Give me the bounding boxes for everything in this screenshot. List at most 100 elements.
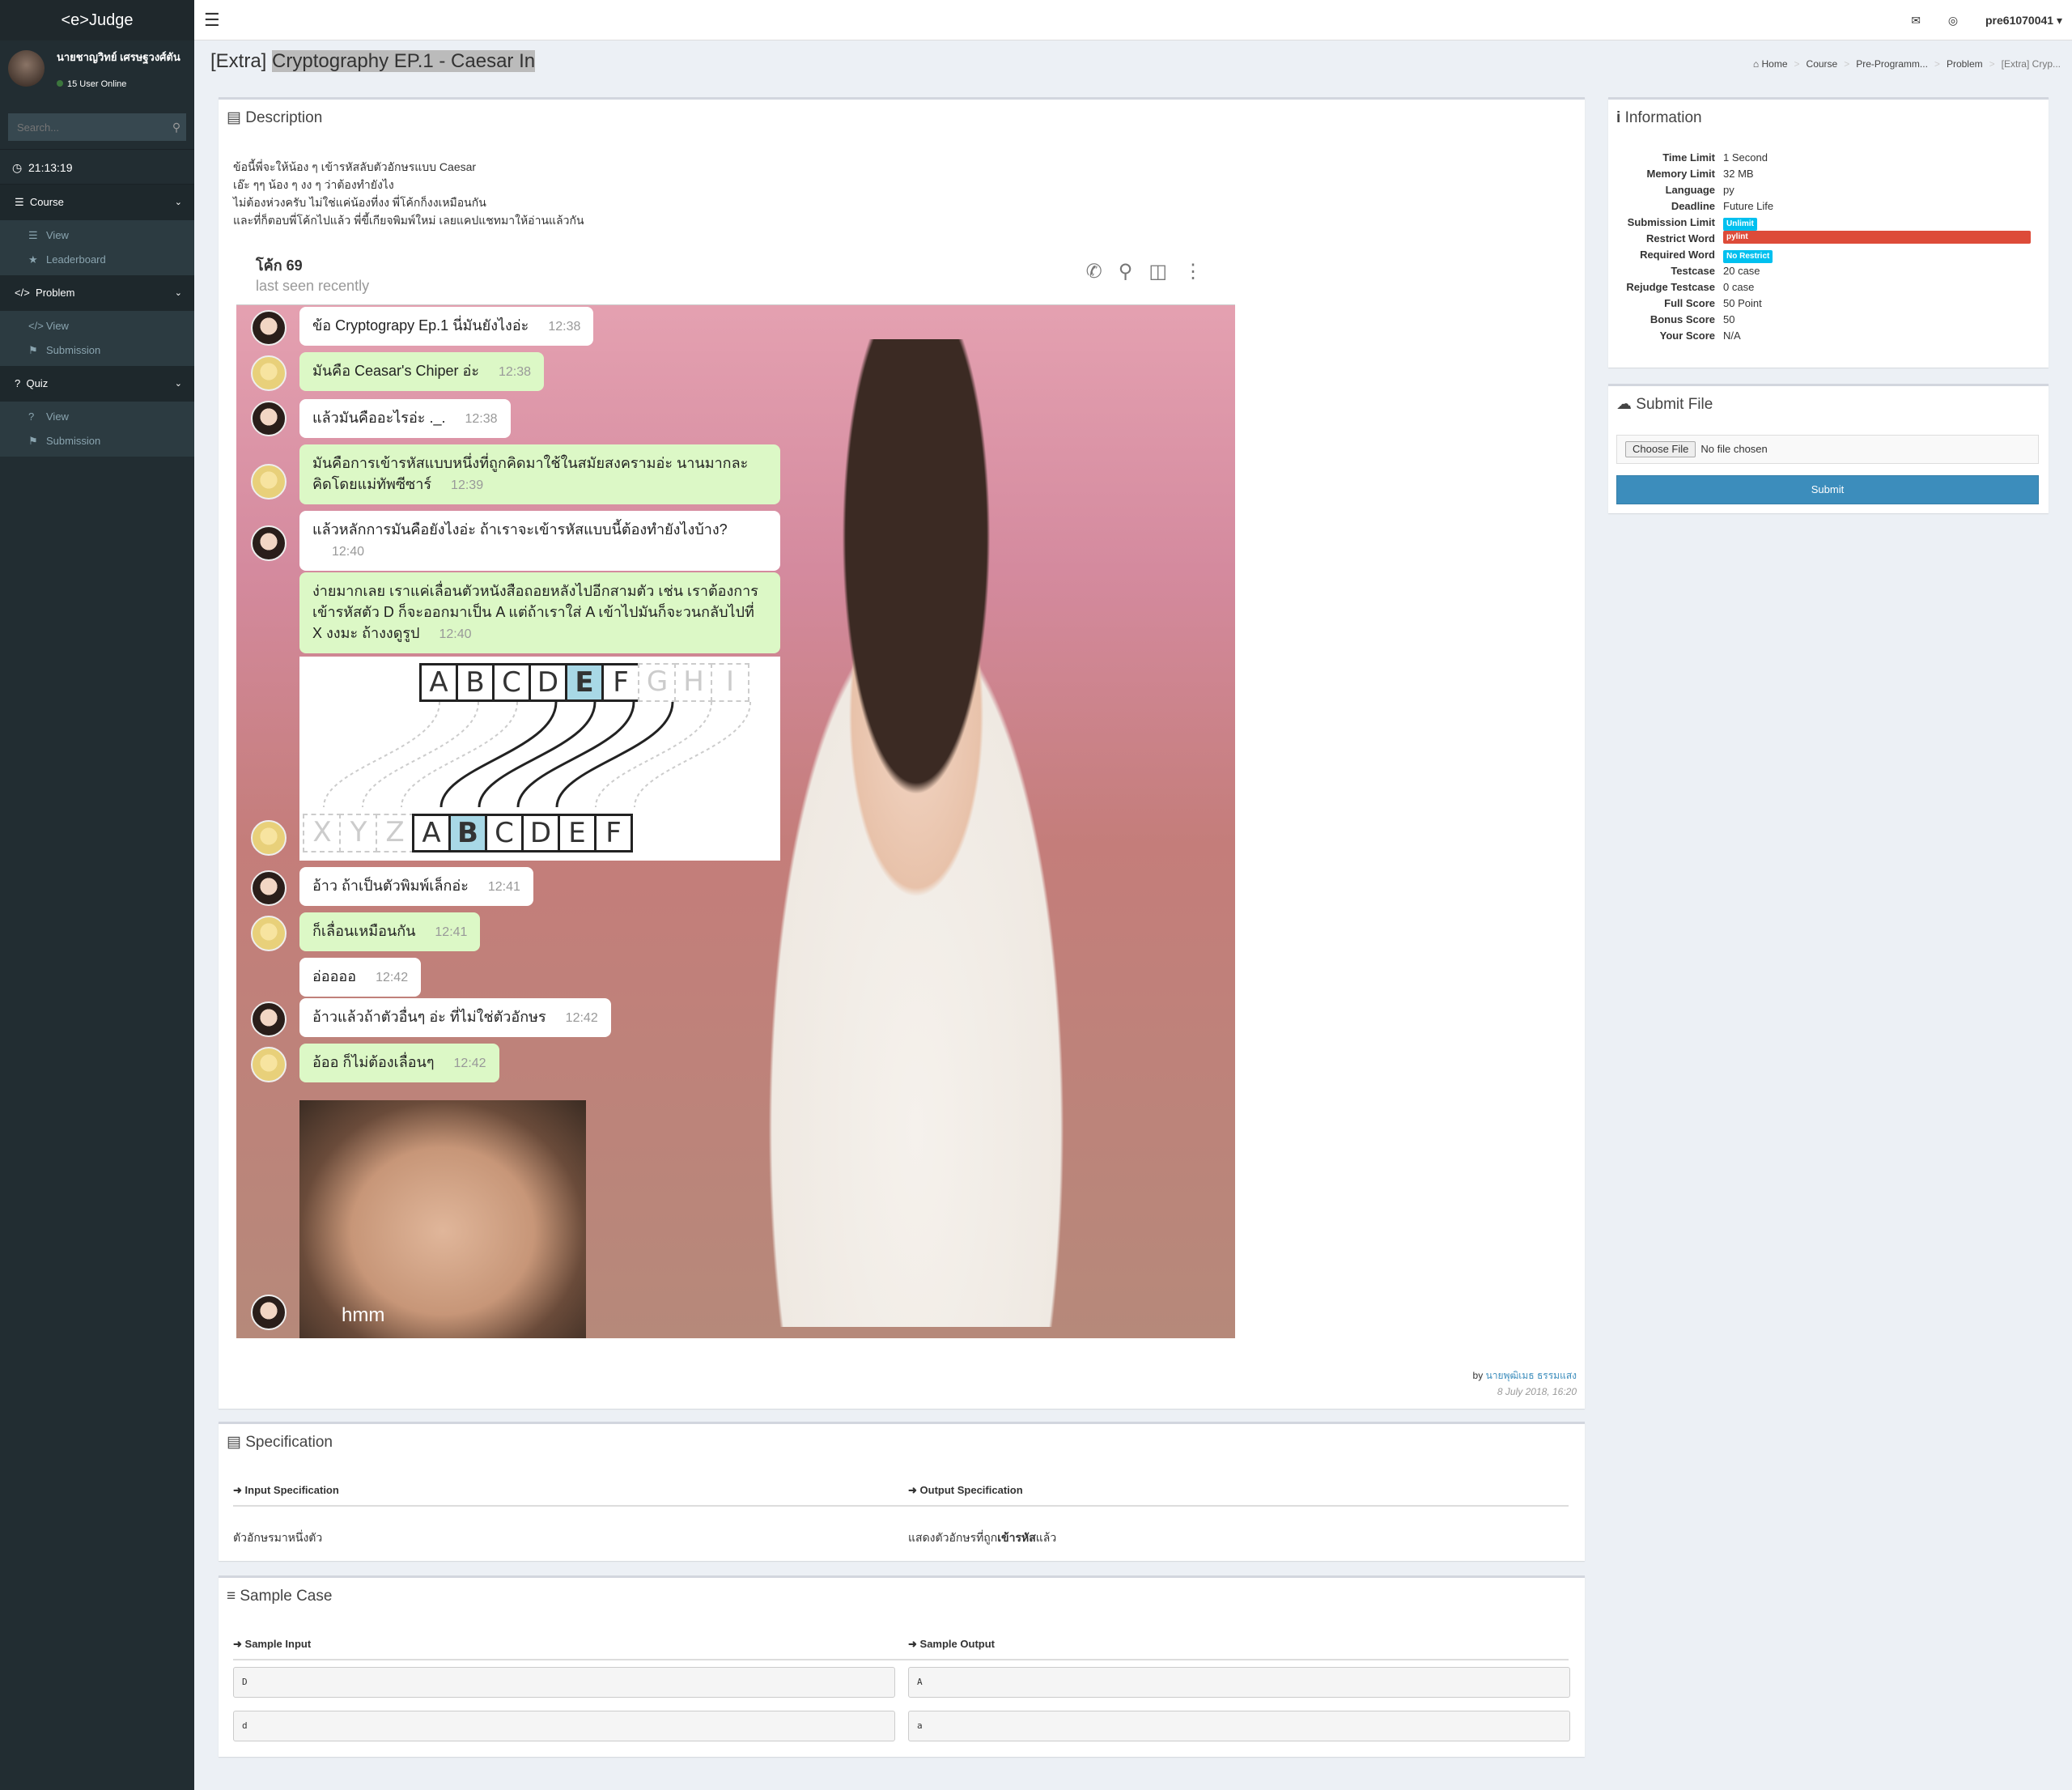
cipher-cell-highlight: E bbox=[565, 663, 604, 702]
search-input[interactable] bbox=[9, 114, 168, 140]
info-value: 1 Second bbox=[1723, 151, 1768, 164]
caesar-cipher-diagram: A B C D E F G H I X Y Z A B C D E F bbox=[299, 657, 780, 861]
sample-input-label: Sample Input bbox=[244, 1638, 312, 1650]
cipher-cell: D bbox=[521, 814, 560, 852]
sample-input-box[interactable]: d bbox=[233, 1711, 895, 1741]
information-header: i Information bbox=[1608, 100, 2049, 137]
sample-output-box[interactable]: a bbox=[908, 1711, 1570, 1741]
chat-contact-name: โค้ก 69 bbox=[256, 257, 303, 274]
menu-problem[interactable]: </> Problem ⌄ bbox=[0, 275, 194, 311]
output-spec-label: Output Specification bbox=[919, 1484, 1023, 1496]
chat-message-text: แล้วหลักการมันคือยังไงอ่ะ ถ้าเราจะเข้ารห… bbox=[312, 521, 728, 538]
phone-icon: ✆ bbox=[1085, 261, 1119, 283]
chat-message-time: 12:41 bbox=[435, 925, 468, 939]
submit-heading: Submit File bbox=[1636, 396, 1713, 413]
cipher-cell-highlight: B bbox=[448, 814, 487, 852]
menu-quiz-submission[interactable]: ⚑ Submission bbox=[0, 429, 194, 453]
chat-header: โค้ก 69 last seen recently ✆⚲◫⋮ bbox=[236, 242, 1235, 305]
cipher-cell: A bbox=[419, 663, 458, 702]
menu-quiz[interactable]: ? Quiz ⌄ bbox=[0, 366, 194, 402]
cipher-cell: D bbox=[529, 663, 567, 702]
info-key: Your Score bbox=[1659, 330, 1715, 342]
menu-course-view[interactable]: ☰ View bbox=[0, 223, 194, 248]
hamburger-icon[interactable]: ☰ bbox=[204, 10, 220, 31]
info-row: Memory Limit 32 MB bbox=[1616, 166, 2031, 182]
header-right: ✉ ◎ pre61070041 ▾ bbox=[1887, 0, 2062, 40]
author-byline: by นายพุฒิเมธ ธรรมแสง 8 July 2018, 16:20 bbox=[1473, 1367, 1577, 1400]
list-alt-icon: ▤ bbox=[227, 109, 241, 126]
chat-message: แล้วหลักการมันคือยังไงอ่ะ ถ้าเราจะเข้ารห… bbox=[299, 511, 780, 571]
chat-message: ข้อ Cryptograpy Ep.1 นี่มันยังไงอ่ะ 12:38 bbox=[299, 307, 594, 346]
chat-header-icons: ✆⚲◫⋮ bbox=[1086, 260, 1219, 283]
chevron-down-icon: ⌄ bbox=[174, 198, 182, 207]
menu-problem-submission[interactable]: ⚑ Submission bbox=[0, 338, 194, 363]
breadcrumb-problem[interactable]: Problem bbox=[1947, 58, 1983, 70]
cipher-cell: A bbox=[412, 814, 451, 852]
file-input[interactable]: Choose File No file chosen bbox=[1616, 435, 2039, 464]
file-status: No file chosen bbox=[1700, 443, 1768, 455]
breadcrumb-preprog[interactable]: Pre-Programm... bbox=[1856, 58, 1928, 70]
output-spec-text: แสดงตัวอักษรที่ถูกเข้ารหัสแล้ว bbox=[908, 1529, 1056, 1547]
breadcrumb-course[interactable]: Course bbox=[1807, 58, 1838, 70]
menu-quiz-submission-label: Submission bbox=[46, 435, 101, 447]
top-header: ☰ ✉ ◎ pre61070041 ▾ bbox=[194, 0, 2072, 40]
mail-icon[interactable]: ✉ bbox=[1911, 14, 1921, 27]
code-icon: </> bbox=[28, 320, 44, 332]
code-icon: </> bbox=[15, 287, 30, 299]
menu-problem-view[interactable]: </> View bbox=[0, 314, 194, 338]
chat-message: มันคือ Ceasar's Chiper อ่ะ 12:38 bbox=[299, 352, 545, 391]
input-spec-label: Input Specification bbox=[244, 1484, 339, 1496]
user-menu[interactable]: pre61070041 ▾ bbox=[1985, 14, 2062, 27]
breadcrumb-home[interactable]: Home bbox=[1762, 58, 1788, 70]
sample-output-box[interactable]: A bbox=[908, 1667, 1570, 1698]
chat-message-time: 12:40 bbox=[439, 627, 472, 641]
submit-button[interactable]: Submit bbox=[1616, 475, 2039, 504]
sidebar-icon: ◫ bbox=[1149, 261, 1183, 283]
chevron-down-icon: ⌄ bbox=[174, 379, 182, 389]
list-icon: ☰ bbox=[28, 229, 38, 241]
description-text: ข้อนี้พี่จะให้น้อง ๆ เข้ารหัสลับตัวอักษร… bbox=[233, 158, 584, 229]
author-link[interactable]: นายพุฒิเมธ ธรรมแสง bbox=[1486, 1370, 1577, 1381]
chat-message: แล้วมันคืออะไรอ่ะ ._. 12:38 bbox=[299, 399, 511, 438]
info-row: Rejudge Testcase 0 case bbox=[1616, 279, 2031, 295]
output-spec-bold: เข้ารหัส bbox=[997, 1531, 1036, 1544]
cipher-cell-ghost: I bbox=[711, 663, 749, 702]
required-word-badge: No Restrict bbox=[1723, 250, 1773, 263]
info-key: Language bbox=[1665, 184, 1715, 196]
sample-input-header: ➜ Sample Input bbox=[233, 1638, 311, 1651]
file-icon: ▤ bbox=[227, 1434, 241, 1451]
online-count: 15 User Online bbox=[67, 79, 127, 89]
sample-input-box[interactable]: D bbox=[233, 1667, 895, 1698]
info-value: Future Life bbox=[1723, 200, 1774, 212]
app-logo[interactable]: <e>Judge bbox=[0, 0, 194, 40]
page-title: [Extra] Cryptography EP.1 - Caesar In bbox=[210, 50, 536, 73]
choose-file-button[interactable]: Choose File bbox=[1625, 441, 1696, 457]
clock-icon: ◷ bbox=[12, 161, 23, 174]
menu-course-leaderboard[interactable]: ★ Leaderboard bbox=[0, 248, 194, 272]
flag-icon: ⚑ bbox=[28, 344, 38, 356]
sample-case-box: ≡ Sample Case ➜ Sample Input ➜ Sample Ou… bbox=[219, 1575, 1585, 1757]
menu-problem-label: Problem bbox=[36, 287, 75, 299]
menu-quiz-label: Quiz bbox=[26, 377, 49, 389]
information-heading: Information bbox=[1624, 109, 1702, 126]
cipher-arrows bbox=[323, 702, 751, 808]
divider bbox=[233, 1659, 1569, 1660]
chat-avatar bbox=[251, 1001, 287, 1037]
info-key: Full Score bbox=[1664, 297, 1715, 309]
search-icon[interactable]: ⚲ bbox=[168, 114, 185, 140]
menu-quiz-view[interactable]: ? View bbox=[0, 405, 194, 429]
specification-box: ▤ Specification ➜ Input Specification ➜ … bbox=[219, 1422, 1585, 1561]
cipher-cell: C bbox=[485, 814, 524, 852]
sign-in-icon: ➜ bbox=[233, 1638, 242, 1650]
info-row: Your Score N/A bbox=[1616, 328, 2031, 344]
user-name: นายชาญวิทย์ เศรษฐวงศ์ตัน bbox=[57, 51, 180, 63]
description-heading: Description bbox=[245, 109, 323, 126]
page-title-text: Cryptography EP.1 - Caesar In bbox=[272, 50, 536, 72]
chat-message-text: อ้าวแล้วถ้าตัวอื่นๆ อ่ะ ที่ไม่ใช่ตัวอักษ… bbox=[312, 1009, 546, 1025]
menu-course[interactable]: ☰ Course ⌄ bbox=[0, 185, 194, 220]
chat-avatar bbox=[251, 1047, 287, 1082]
globe-icon[interactable]: ◎ bbox=[1948, 14, 1958, 27]
chat-avatar bbox=[251, 870, 287, 906]
menu-quiz-view-label: View bbox=[46, 410, 69, 423]
search-icon: ⚲ bbox=[1118, 261, 1149, 283]
